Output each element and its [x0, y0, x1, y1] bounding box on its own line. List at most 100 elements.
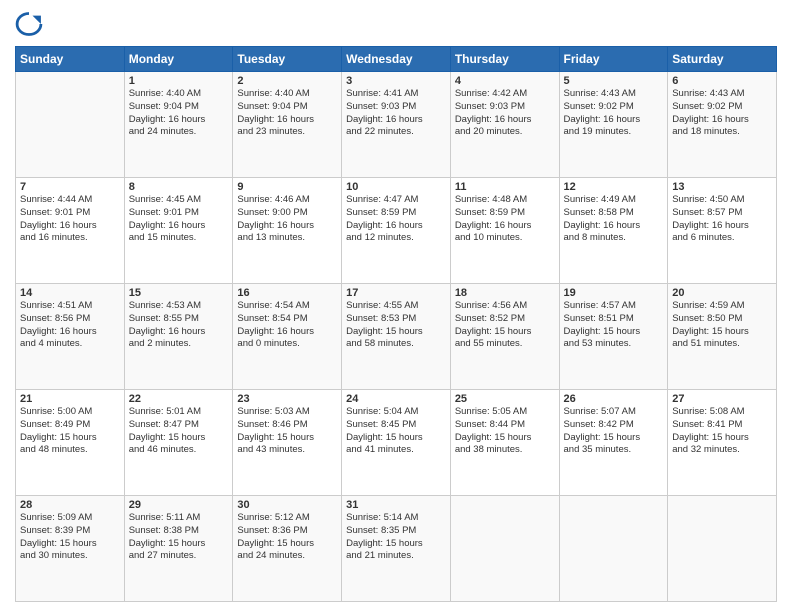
day-info: Sunrise: 5:00 AM Sunset: 8:49 PM Dayligh… [20, 406, 120, 457]
day-info: Sunrise: 4:45 AM Sunset: 9:01 PM Dayligh… [129, 194, 229, 245]
day-cell [668, 496, 777, 602]
day-cell: 16Sunrise: 4:54 AM Sunset: 8:54 PM Dayli… [233, 284, 342, 390]
day-number: 28 [20, 499, 120, 511]
day-info: Sunrise: 4:43 AM Sunset: 9:02 PM Dayligh… [672, 88, 772, 139]
day-cell: 23Sunrise: 5:03 AM Sunset: 8:46 PM Dayli… [233, 390, 342, 496]
day-cell: 18Sunrise: 4:56 AM Sunset: 8:52 PM Dayli… [450, 284, 559, 390]
day-number: 9 [237, 181, 337, 193]
day-number: 12 [564, 181, 664, 193]
day-cell: 20Sunrise: 4:59 AM Sunset: 8:50 PM Dayli… [668, 284, 777, 390]
day-cell: 10Sunrise: 4:47 AM Sunset: 8:59 PM Dayli… [342, 178, 451, 284]
week-row-4: 21Sunrise: 5:00 AM Sunset: 8:49 PM Dayli… [16, 390, 777, 496]
day-info: Sunrise: 4:51 AM Sunset: 8:56 PM Dayligh… [20, 300, 120, 351]
day-cell: 13Sunrise: 4:50 AM Sunset: 8:57 PM Dayli… [668, 178, 777, 284]
weekday-header-monday: Monday [124, 47, 233, 72]
day-cell: 15Sunrise: 4:53 AM Sunset: 8:55 PM Dayli… [124, 284, 233, 390]
day-number: 3 [346, 75, 446, 87]
day-cell: 24Sunrise: 5:04 AM Sunset: 8:45 PM Dayli… [342, 390, 451, 496]
day-number: 24 [346, 393, 446, 405]
day-info: Sunrise: 4:42 AM Sunset: 9:03 PM Dayligh… [455, 88, 555, 139]
weekday-header-tuesday: Tuesday [233, 47, 342, 72]
day-number: 7 [20, 181, 120, 193]
day-info: Sunrise: 4:55 AM Sunset: 8:53 PM Dayligh… [346, 300, 446, 351]
day-cell: 9Sunrise: 4:46 AM Sunset: 9:00 PM Daylig… [233, 178, 342, 284]
day-number: 19 [564, 287, 664, 299]
day-cell: 11Sunrise: 4:48 AM Sunset: 8:59 PM Dayli… [450, 178, 559, 284]
day-cell: 25Sunrise: 5:05 AM Sunset: 8:44 PM Dayli… [450, 390, 559, 496]
day-number: 26 [564, 393, 664, 405]
day-number: 16 [237, 287, 337, 299]
day-number: 18 [455, 287, 555, 299]
day-info: Sunrise: 5:08 AM Sunset: 8:41 PM Dayligh… [672, 406, 772, 457]
day-number: 22 [129, 393, 229, 405]
day-info: Sunrise: 4:47 AM Sunset: 8:59 PM Dayligh… [346, 194, 446, 245]
day-number: 25 [455, 393, 555, 405]
day-number: 13 [672, 181, 772, 193]
day-number: 23 [237, 393, 337, 405]
day-info: Sunrise: 5:01 AM Sunset: 8:47 PM Dayligh… [129, 406, 229, 457]
day-info: Sunrise: 4:49 AM Sunset: 8:58 PM Dayligh… [564, 194, 664, 245]
logo-icon [15, 10, 43, 38]
header [15, 10, 777, 38]
day-cell [450, 496, 559, 602]
day-info: Sunrise: 5:12 AM Sunset: 8:36 PM Dayligh… [237, 512, 337, 563]
weekday-header-row: SundayMondayTuesdayWednesdayThursdayFrid… [16, 47, 777, 72]
weekday-header-saturday: Saturday [668, 47, 777, 72]
day-cell: 7Sunrise: 4:44 AM Sunset: 9:01 PM Daylig… [16, 178, 125, 284]
day-cell: 3Sunrise: 4:41 AM Sunset: 9:03 PM Daylig… [342, 72, 451, 178]
week-row-5: 28Sunrise: 5:09 AM Sunset: 8:39 PM Dayli… [16, 496, 777, 602]
day-info: Sunrise: 4:40 AM Sunset: 9:04 PM Dayligh… [129, 88, 229, 139]
day-cell: 31Sunrise: 5:14 AM Sunset: 8:35 PM Dayli… [342, 496, 451, 602]
weekday-header-thursday: Thursday [450, 47, 559, 72]
day-number: 1 [129, 75, 229, 87]
day-cell: 12Sunrise: 4:49 AM Sunset: 8:58 PM Dayli… [559, 178, 668, 284]
day-cell: 19Sunrise: 4:57 AM Sunset: 8:51 PM Dayli… [559, 284, 668, 390]
day-info: Sunrise: 4:56 AM Sunset: 8:52 PM Dayligh… [455, 300, 555, 351]
day-number: 17 [346, 287, 446, 299]
day-cell: 8Sunrise: 4:45 AM Sunset: 9:01 PM Daylig… [124, 178, 233, 284]
day-number: 6 [672, 75, 772, 87]
day-cell: 17Sunrise: 4:55 AM Sunset: 8:53 PM Dayli… [342, 284, 451, 390]
day-cell: 6Sunrise: 4:43 AM Sunset: 9:02 PM Daylig… [668, 72, 777, 178]
day-info: Sunrise: 4:48 AM Sunset: 8:59 PM Dayligh… [455, 194, 555, 245]
logo [15, 10, 47, 38]
day-info: Sunrise: 5:03 AM Sunset: 8:46 PM Dayligh… [237, 406, 337, 457]
day-cell: 26Sunrise: 5:07 AM Sunset: 8:42 PM Dayli… [559, 390, 668, 496]
day-cell [16, 72, 125, 178]
day-cell: 1Sunrise: 4:40 AM Sunset: 9:04 PM Daylig… [124, 72, 233, 178]
day-number: 10 [346, 181, 446, 193]
day-number: 15 [129, 287, 229, 299]
day-cell: 27Sunrise: 5:08 AM Sunset: 8:41 PM Dayli… [668, 390, 777, 496]
day-cell: 14Sunrise: 4:51 AM Sunset: 8:56 PM Dayli… [16, 284, 125, 390]
weekday-header-wednesday: Wednesday [342, 47, 451, 72]
day-cell [559, 496, 668, 602]
day-info: Sunrise: 5:14 AM Sunset: 8:35 PM Dayligh… [346, 512, 446, 563]
day-info: Sunrise: 5:11 AM Sunset: 8:38 PM Dayligh… [129, 512, 229, 563]
day-number: 31 [346, 499, 446, 511]
day-cell: 5Sunrise: 4:43 AM Sunset: 9:02 PM Daylig… [559, 72, 668, 178]
day-number: 5 [564, 75, 664, 87]
calendar: SundayMondayTuesdayWednesdayThursdayFrid… [15, 46, 777, 602]
day-info: Sunrise: 4:59 AM Sunset: 8:50 PM Dayligh… [672, 300, 772, 351]
day-info: Sunrise: 4:54 AM Sunset: 8:54 PM Dayligh… [237, 300, 337, 351]
day-info: Sunrise: 5:07 AM Sunset: 8:42 PM Dayligh… [564, 406, 664, 457]
day-cell: 4Sunrise: 4:42 AM Sunset: 9:03 PM Daylig… [450, 72, 559, 178]
week-row-1: 1Sunrise: 4:40 AM Sunset: 9:04 PM Daylig… [16, 72, 777, 178]
day-cell: 21Sunrise: 5:00 AM Sunset: 8:49 PM Dayli… [16, 390, 125, 496]
page: SundayMondayTuesdayWednesdayThursdayFrid… [0, 0, 792, 612]
day-info: Sunrise: 4:44 AM Sunset: 9:01 PM Dayligh… [20, 194, 120, 245]
day-cell: 30Sunrise: 5:12 AM Sunset: 8:36 PM Dayli… [233, 496, 342, 602]
day-info: Sunrise: 5:04 AM Sunset: 8:45 PM Dayligh… [346, 406, 446, 457]
day-number: 11 [455, 181, 555, 193]
day-number: 27 [672, 393, 772, 405]
day-number: 20 [672, 287, 772, 299]
day-info: Sunrise: 5:05 AM Sunset: 8:44 PM Dayligh… [455, 406, 555, 457]
day-info: Sunrise: 4:53 AM Sunset: 8:55 PM Dayligh… [129, 300, 229, 351]
week-row-3: 14Sunrise: 4:51 AM Sunset: 8:56 PM Dayli… [16, 284, 777, 390]
day-number: 29 [129, 499, 229, 511]
day-info: Sunrise: 4:43 AM Sunset: 9:02 PM Dayligh… [564, 88, 664, 139]
day-number: 2 [237, 75, 337, 87]
day-number: 14 [20, 287, 120, 299]
day-number: 8 [129, 181, 229, 193]
day-info: Sunrise: 4:57 AM Sunset: 8:51 PM Dayligh… [564, 300, 664, 351]
